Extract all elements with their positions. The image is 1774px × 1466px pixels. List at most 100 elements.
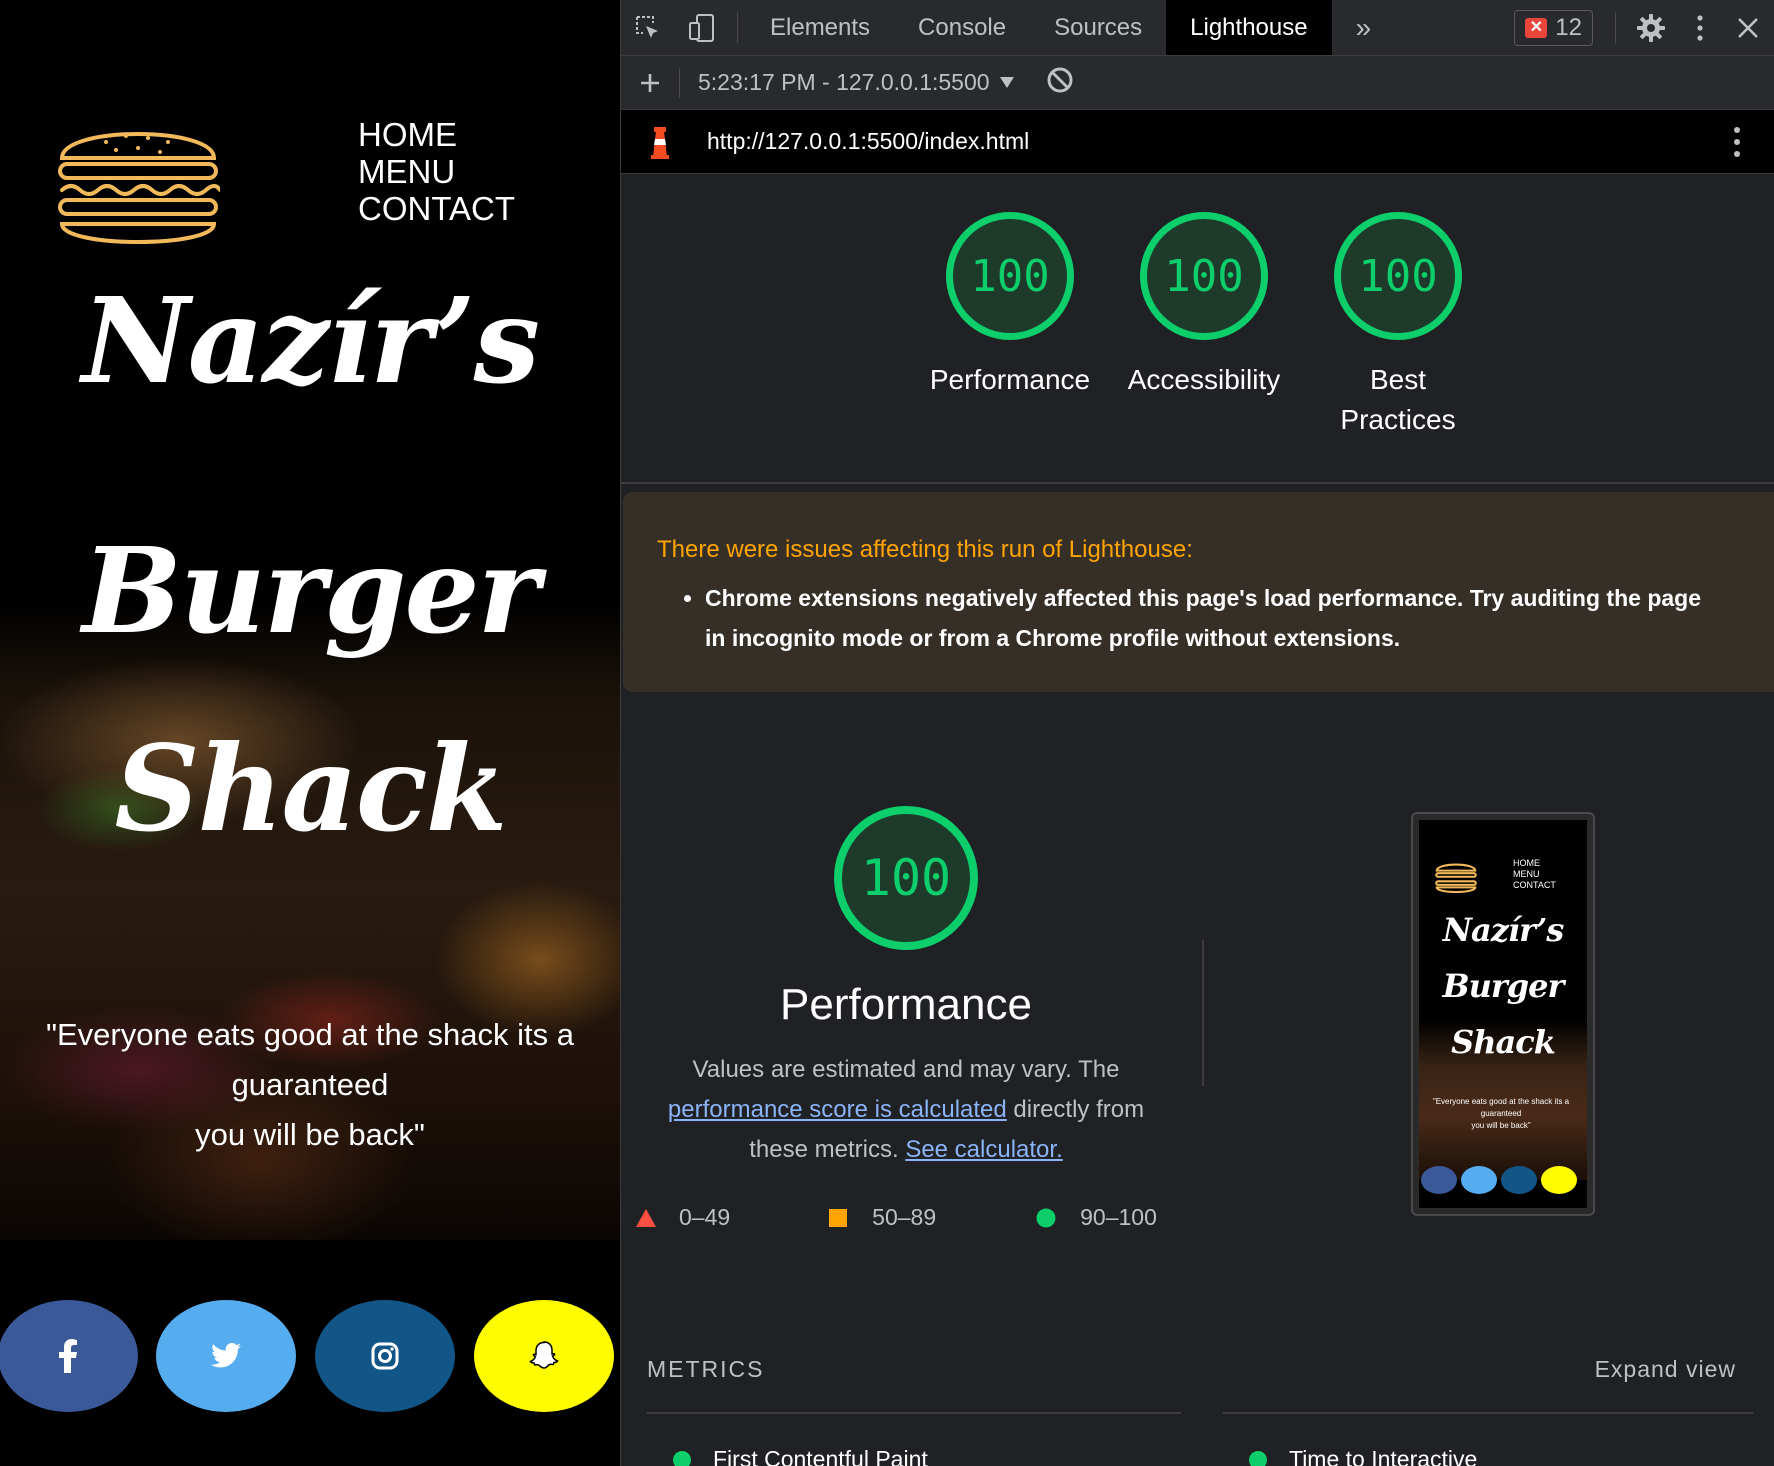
- error-icon: ✕: [1525, 18, 1548, 38]
- legend-range-average: 50–89: [872, 1204, 937, 1230]
- devtools-panel: Elements Console Sources Lighthouse » ✕ …: [620, 0, 1774, 1466]
- performance-title: Performance: [780, 980, 1032, 1029]
- site-title-line-3: Shack: [114, 719, 507, 858]
- gauge-accessibility[interactable]: 100 Accessibility: [1109, 212, 1299, 400]
- thumbnail-title: Nazír’s Burger Shack: [1419, 902, 1587, 1070]
- nav-menu-link[interactable]: MENU: [358, 153, 515, 190]
- thumbnail-burger-logo-icon: [1435, 863, 1477, 893]
- tab-lighthouse[interactable]: Lighthouse: [1166, 0, 1332, 55]
- lighthouse-warning-box: There were issues affecting this run of …: [623, 492, 1774, 692]
- twitter-icon: [211, 1343, 241, 1368]
- performance-description: Values are estimated and may vary. The p…: [651, 1050, 1161, 1170]
- score-legend: 0–49 50–89 90–100: [635, 1204, 1157, 1231]
- thumbnail-nav-item: HOME: [1513, 858, 1540, 868]
- thumbnail-tagline-line: "Everyone eats good at the shack its a: [1432, 1097, 1570, 1106]
- tab-sources[interactable]: Sources: [1030, 0, 1166, 55]
- instagram-button[interactable]: [315, 1300, 455, 1412]
- toolbar-divider: [679, 67, 680, 98]
- metrics-heading: METRICS: [647, 1356, 765, 1382]
- close-icon: [1738, 18, 1758, 38]
- gauge-performance[interactable]: 100 Performance: [915, 212, 1105, 400]
- gauge-label: Performance: [929, 364, 1091, 395]
- thumbnail-title-line: Burger: [1442, 967, 1565, 1005]
- thumbnail-tagline-line: you will be back": [1471, 1121, 1531, 1130]
- pass-circle-icon: [673, 1450, 691, 1466]
- gauge-best-practices[interactable]: 100 Best Practices: [1323, 212, 1473, 440]
- gauge-score: 100: [1140, 212, 1268, 340]
- metrics-divider: [647, 1412, 1181, 1414]
- tagline-line: "Everyone eats good at the shack its a: [46, 1017, 574, 1052]
- instagram-icon: [371, 1342, 399, 1370]
- site-nav: HOME MENU CONTACT: [358, 116, 515, 227]
- settings-button[interactable]: [1624, 13, 1678, 43]
- warning-heading: There were issues affecting this run of …: [657, 536, 1193, 563]
- expand-view-toggle[interactable]: Expand view: [1595, 1356, 1736, 1383]
- inspect-element-button[interactable]: [621, 0, 675, 55]
- thumbnail-nav-item: MENU: [1513, 869, 1540, 879]
- devtools-tabbar: Elements Console Sources Lighthouse » ✕ …: [621, 0, 1774, 56]
- final-screenshot-thumbnail[interactable]: HOME MENU CONTACT Nazír’s Burger Shack "…: [1411, 812, 1595, 1216]
- thumbnail-tagline: "Everyone eats good at the shack its a g…: [1423, 1096, 1579, 1132]
- chevron-down-icon: [999, 76, 1014, 88]
- gauge-score: 100: [1334, 212, 1462, 340]
- performance-score-gauge: 100: [834, 806, 978, 950]
- report-selector-dropdown[interactable]: 5:23:17 PM - 127.0.0.1:5500: [698, 69, 1014, 96]
- customize-menu-button[interactable]: [1678, 15, 1722, 41]
- website-preview: HOME MENU CONTACT Nazír’s Burger Shack "…: [0, 0, 620, 1466]
- nav-contact-link[interactable]: CONTACT: [358, 190, 515, 227]
- thumbnail-tagline-line: guaranteed: [1480, 1109, 1522, 1118]
- nav-home-link[interactable]: HOME: [358, 116, 515, 153]
- site-title-line-2: Burger: [82, 521, 539, 660]
- snapchat-icon: [529, 1341, 559, 1369]
- clear-reports-button[interactable]: [1046, 66, 1074, 100]
- metric-time-to-interactive: Time to Interactive: [1249, 1446, 1477, 1466]
- metric-label: First Contentful Paint: [713, 1446, 928, 1466]
- tab-console[interactable]: Console: [894, 0, 1030, 55]
- thumbnail-twitter-icon: [1461, 1166, 1497, 1194]
- thumbnail-social-row: [1421, 1166, 1577, 1194]
- inspect-cursor-icon: [636, 15, 658, 38]
- metric-first-contentful-paint: First Contentful Paint: [673, 1446, 928, 1466]
- twitter-button[interactable]: [156, 1300, 296, 1412]
- thumbnail-snapchat-icon: [1541, 1166, 1577, 1194]
- plus-icon: [641, 73, 659, 92]
- report-url-bar: http://127.0.0.1:5500/index.html: [621, 110, 1774, 174]
- thumbnail-instagram-icon: [1501, 1166, 1537, 1194]
- site-tagline: "Everyone eats good at the shack its a g…: [20, 1010, 600, 1160]
- lighthouse-logo-icon: [651, 126, 669, 159]
- site-title-line-1: Nazír’s: [81, 271, 540, 410]
- toolbar-divider: [1615, 12, 1616, 44]
- report-selector-value: 5:23:17 PM - 127.0.0.1:5500: [698, 69, 990, 95]
- metric-label: Time to Interactive: [1289, 1446, 1478, 1466]
- gauge-label: Best Practices: [1340, 364, 1456, 435]
- score-calculated-link[interactable]: performance score is calculated: [668, 1096, 1007, 1123]
- error-counter-badge[interactable]: ✕ 12: [1514, 10, 1593, 46]
- burger-logo[interactable]: [56, 116, 220, 250]
- legend-range-pass: 90–100: [1080, 1204, 1157, 1230]
- description-text: Values are estimated and may vary. The: [692, 1056, 1120, 1083]
- report-url[interactable]: http://127.0.0.1:5500/index.html: [707, 128, 1029, 155]
- performance-section: 100 Performance Values are estimated and…: [621, 800, 1774, 1220]
- facebook-button[interactable]: [0, 1300, 138, 1412]
- tab-elements[interactable]: Elements: [746, 0, 894, 55]
- warning-item: Chrome extensions negatively affected th…: [705, 578, 1725, 658]
- facebook-icon: [59, 1339, 77, 1373]
- vertical-divider: [1202, 940, 1204, 1086]
- thumbnail-title-line: Nazír’s: [1442, 911, 1565, 949]
- metrics-divider: [1223, 1412, 1753, 1414]
- close-devtools-button[interactable]: [1722, 17, 1774, 39]
- warning-list: Chrome extensions negatively affected th…: [705, 578, 1725, 658]
- tagline-line: guaranteed: [231, 1067, 389, 1102]
- thumbnail-nav-item: CONTACT: [1513, 880, 1556, 890]
- new-report-button[interactable]: [621, 72, 679, 94]
- kebab-menu-icon[interactable]: [1734, 126, 1740, 157]
- toolbar-divider: [737, 12, 738, 43]
- snapchat-button[interactable]: [474, 1300, 614, 1412]
- thumbnail-facebook-icon: [1421, 1166, 1457, 1194]
- more-tabs-chevron-icon[interactable]: »: [1332, 0, 1396, 55]
- thumbnail-nav: HOME MENU CONTACT: [1513, 858, 1556, 891]
- device-toolbar-button[interactable]: [675, 0, 729, 55]
- see-calculator-link[interactable]: See calculator.: [905, 1136, 1062, 1163]
- tagline-line: you will be back": [195, 1117, 425, 1152]
- fail-triangle-icon: [636, 1208, 656, 1227]
